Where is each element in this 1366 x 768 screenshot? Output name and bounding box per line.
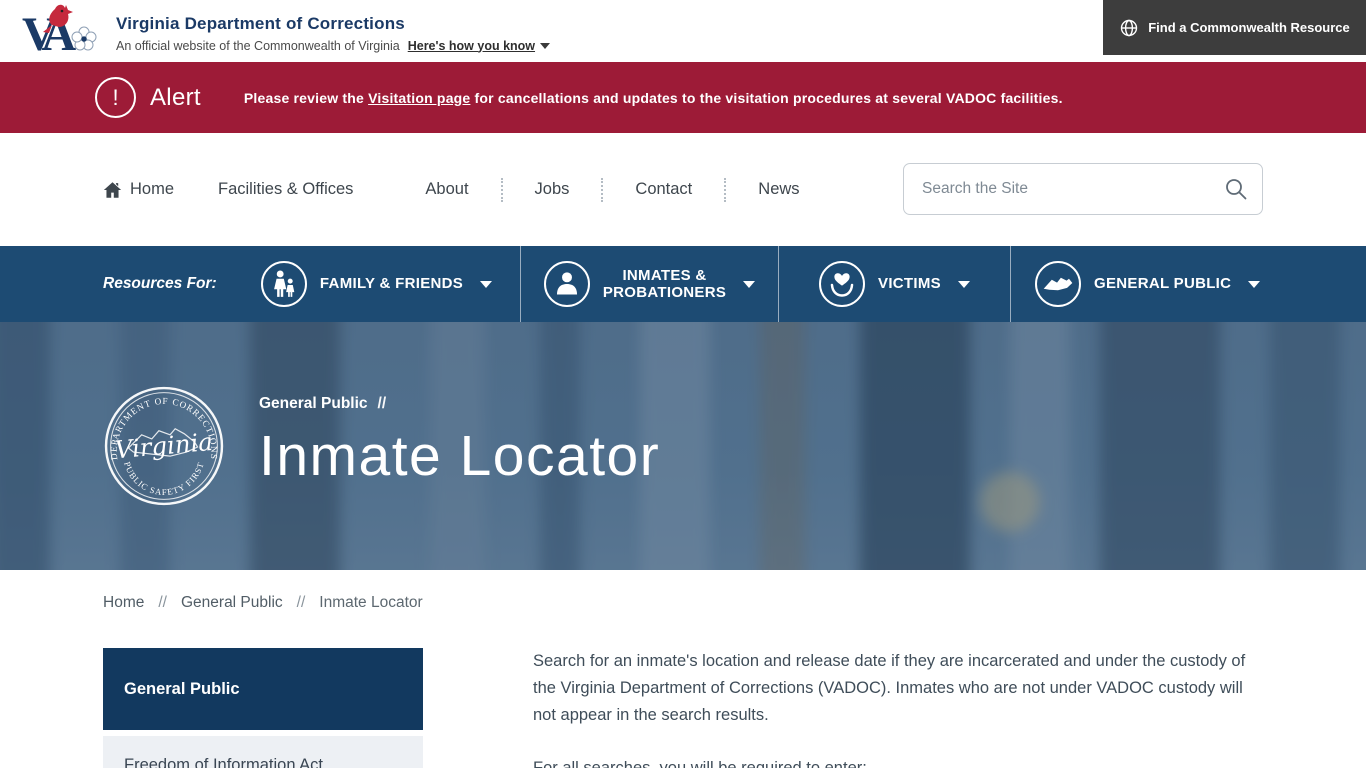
sidebar-panel: Freedom of Information Act [103,736,423,768]
main-nav: Home Facilities & Offices About Jobs Con… [0,133,1366,246]
seal-bottom-text: PUBLIC SAFETY FIRST [122,461,206,497]
alert-banner: ! Alert Please review the Visitation pag… [0,62,1366,133]
alert-message: Please review the Visitation page for ca… [244,90,1063,106]
visitation-page-link[interactable]: Visitation page [368,90,470,106]
menu-label: GENERAL PUBLIC [1094,275,1231,292]
alert-message-suffix: for cancellations and updates to the vis… [470,90,1062,106]
nav-divider [724,178,726,202]
breadcrumb: Home // General Public // Inmate Locator [103,594,1366,612]
hero-eyebrow-separator: // [378,395,387,413]
chevron-down-icon [540,43,550,49]
nav-contact-label: Contact [635,180,692,199]
caret-down-icon [743,281,755,288]
globe-icon [1119,18,1139,38]
search-icon[interactable] [1224,177,1248,201]
hero-eyebrow-label: General Public [259,395,368,413]
commonwealth-resource-label: Find a Commonwealth Resource [1148,20,1350,35]
alert-icon: ! [95,77,136,118]
menu-label: VICTIMS [878,275,941,292]
nav-home-label: Home [130,180,174,199]
menu-inmates-probationers[interactable]: INMATES &PROBATIONERS [520,246,778,322]
vadoc-seal: DEPARTMENT OF CORRECTIONS PUBLIC SAFETY … [103,385,225,507]
site-search [903,163,1263,215]
menu-label: INMATES & [622,267,706,284]
caret-down-icon [1248,281,1260,288]
nav-divider [601,178,603,202]
menu-general-public[interactable]: GENERAL PUBLIC [1010,246,1366,322]
intro-paragraph: Search for an inmate's location and rele… [533,648,1261,729]
requirements-intro: For all searches, you will be required t… [533,755,1261,768]
sidebar: General Public Freedom of Information Ac… [103,648,423,768]
alert-message-prefix: Please review the [244,90,368,106]
search-input[interactable] [922,180,1224,198]
breadcrumb-current: Inmate Locator [319,594,422,612]
official-website-text: An official website of the Commonwealth … [116,39,400,53]
breadcrumb-home-link[interactable]: Home [103,594,144,612]
nav-news[interactable]: News [758,180,799,199]
alert-label: Alert [150,84,201,112]
page-title: Inmate Locator [259,423,660,489]
menu-label-line2: PROBATIONERS [603,284,726,301]
family-icon [261,261,307,307]
nav-jobs[interactable]: Jobs [535,180,570,199]
nav-about-label: About [425,180,468,199]
nav-about[interactable]: About [425,180,468,199]
content-area: General Public Freedom of Information Ac… [0,648,1366,768]
menu-label: FAMILY & FRIENDS [320,275,463,292]
sidebar-header-general-public[interactable]: General Public [103,648,423,730]
nav-facilities-offices[interactable]: Facilities & Offices [218,180,353,199]
resources-for-label: Resources For: [103,246,233,322]
va-logo[interactable]: VA [22,3,110,59]
how-you-know-link[interactable]: Here's how you know [408,39,550,53]
nav-facilities-label: Facilities & Offices [218,180,353,199]
virginia-state-icon [1035,261,1081,307]
hero-banner: DEPARTMENT OF CORRECTIONS PUBLIC SAFETY … [0,322,1366,570]
nav-news-label: News [758,180,799,199]
nav-contact[interactable]: Contact [635,180,692,199]
menu-family-friends[interactable]: FAMILY & FRIENDS [233,246,520,322]
breadcrumb-general-public-link[interactable]: General Public [181,594,283,612]
caret-down-icon [958,281,970,288]
seal-virginia-script: Virginia [114,427,214,464]
nav-divider [501,178,503,202]
home-icon [103,181,122,199]
breadcrumb-separator: // [158,594,167,612]
breadcrumb-separator: // [297,594,306,612]
utility-header: VA Virginia Department of Corrections An… [0,0,1366,62]
commonwealth-resource-button[interactable]: Find a Commonwealth Resource [1103,0,1366,55]
resources-bar: Resources For: FAMILY & FRIENDS INMATES … [0,246,1366,322]
hero-eyebrow[interactable]: General Public // [259,395,660,413]
menu-victims[interactable]: VICTIMS [778,246,1010,322]
victims-icon [819,261,865,307]
inmate-icon [544,261,590,307]
svg-text:PUBLIC SAFETY FIRST: PUBLIC SAFETY FIRST [122,461,206,497]
agency-title: Virginia Department of Corrections [116,14,550,34]
how-you-know-label: Here's how you know [408,39,535,53]
caret-down-icon [480,281,492,288]
nav-jobs-label: Jobs [535,180,570,199]
sidebar-item-foia[interactable]: Freedom of Information Act [124,756,402,768]
nav-home[interactable]: Home [103,180,174,199]
main-content: Search for an inmate's location and rele… [533,648,1261,768]
